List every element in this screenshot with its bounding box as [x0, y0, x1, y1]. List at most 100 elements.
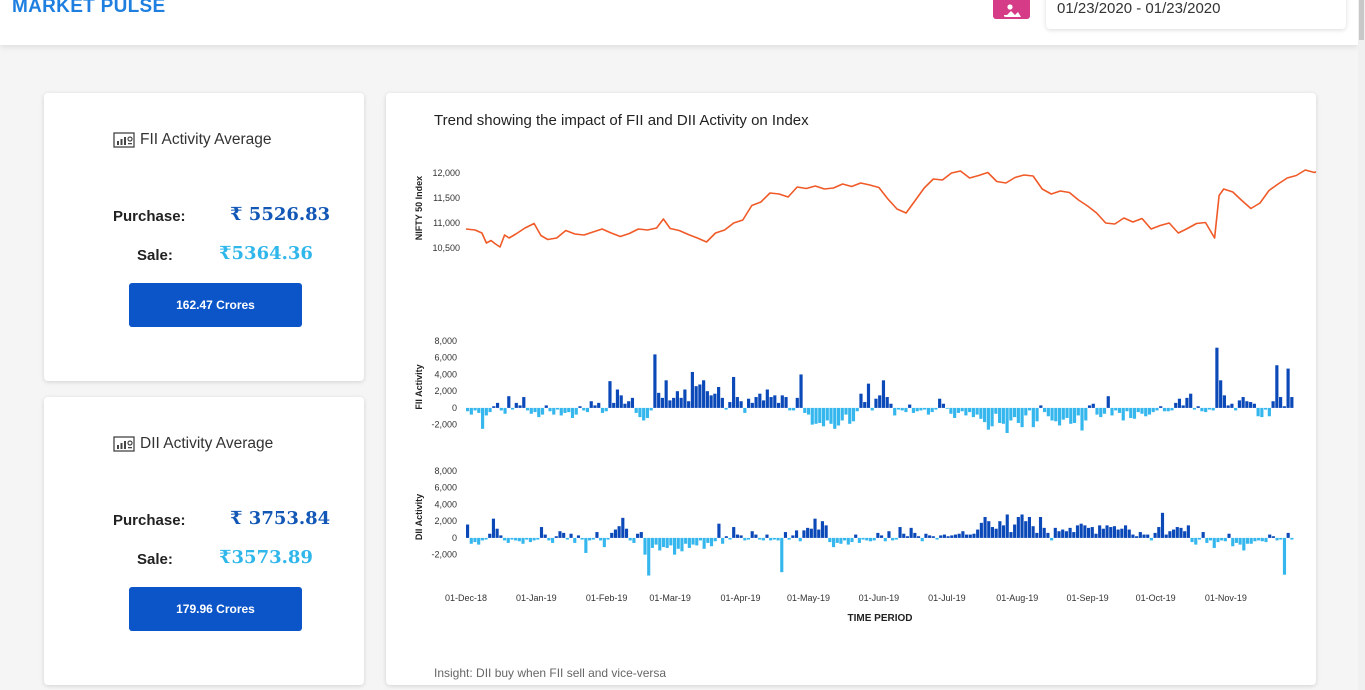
dii-bar	[732, 527, 736, 538]
dii-bar	[909, 527, 913, 538]
dii-bar	[883, 537, 887, 542]
dii-bar	[621, 517, 625, 538]
dii-bar	[1220, 537, 1224, 541]
fii-bar	[1057, 407, 1062, 426]
dii-bar	[802, 530, 806, 538]
dii-bar	[1205, 537, 1209, 543]
dii-net-button[interactable]: 179.96 Crores	[129, 587, 302, 631]
dii-bar	[573, 537, 577, 543]
fii-bar	[1076, 407, 1080, 416]
dii-bar	[1064, 531, 1068, 538]
fii-bar	[555, 407, 560, 410]
trend-charts-svg: 10,500 11,000 11,500 12,000 NIFTY 50 Index -2…	[414, 168, 1316, 624]
fii-bar	[548, 407, 552, 412]
dii-bar	[987, 521, 991, 538]
dii-bar	[491, 518, 496, 538]
dii-bar	[868, 537, 873, 542]
dii-sale-value: ₹3573.89	[219, 547, 313, 568]
fii-bar	[702, 380, 706, 408]
fii-bar	[694, 386, 698, 408]
fii-bar	[477, 407, 481, 413]
fii-bar	[540, 407, 545, 415]
fii-bar	[705, 391, 709, 408]
fii-bar	[949, 407, 953, 414]
dii-bar	[1001, 525, 1006, 538]
fii-bar	[1282, 406, 1286, 408]
dii-bar	[562, 532, 566, 538]
fii-net-button[interactable]: 162.47 Crores	[129, 283, 302, 327]
x-tick-label: 01-Jun-19	[859, 593, 900, 603]
dii-bar	[1238, 537, 1242, 545]
dii-bar	[1109, 527, 1113, 538]
dii-bar	[695, 537, 699, 546]
fii-bar	[488, 407, 492, 413]
date-range-input[interactable]: 01/23/2020 - 01/23/2020	[1046, 0, 1346, 29]
dii-bar	[602, 537, 606, 548]
dii-bar	[680, 537, 684, 552]
nifty-y-tick-label: 10,500	[432, 243, 460, 253]
dii-bar	[1197, 537, 1202, 540]
dii-bar	[1279, 537, 1283, 540]
page-scrollbar[interactable]	[1358, 0, 1365, 690]
fii-y-tick-label: 6,000	[434, 353, 457, 363]
fii-bar	[866, 383, 871, 408]
x-tick-label: 01-Sep-19	[1067, 593, 1109, 603]
fii-bar	[1020, 407, 1024, 428]
dii-bar	[1094, 533, 1098, 538]
dii-bar	[1112, 526, 1117, 538]
dii-bar	[968, 534, 972, 538]
fii-bar	[724, 407, 728, 410]
dii-bar	[809, 528, 813, 538]
dii-bar	[743, 537, 747, 541]
fii-bar	[466, 407, 470, 412]
dii-bar	[1172, 529, 1176, 538]
dii-bar	[495, 528, 499, 538]
fii-bar	[1024, 407, 1028, 416]
fii-bar	[1087, 405, 1092, 408]
dii-bar	[1038, 517, 1043, 538]
scrollbar-thumb[interactable]	[1359, 0, 1364, 40]
dii-bar	[935, 537, 939, 540]
dii-bar	[1079, 523, 1083, 538]
dii-bar	[654, 537, 658, 545]
fii-bar	[672, 397, 676, 408]
fii-bar	[1264, 407, 1268, 410]
dii-bar	[469, 537, 473, 544]
dii-bar	[1035, 532, 1039, 538]
dii-bar	[1005, 514, 1009, 538]
fii-bar	[1222, 395, 1226, 408]
dii-bar	[676, 537, 680, 549]
brand-title[interactable]: MARKET PULSE	[12, 0, 166, 18]
fii-bar	[1046, 407, 1050, 417]
fii-bar	[1196, 406, 1200, 408]
fii-bar	[679, 397, 683, 408]
fii-bar	[1147, 407, 1152, 415]
fii-bar	[791, 407, 796, 411]
fii-bar	[1249, 402, 1253, 408]
dii-bar	[506, 537, 510, 543]
dii-bar	[920, 537, 924, 542]
insight-text: Insight: DII buy when FII sell and vice-…	[434, 666, 667, 680]
dii-bar	[957, 533, 961, 538]
fii-bar	[627, 401, 631, 408]
fii-bar	[1192, 407, 1197, 410]
dii-bar	[983, 517, 987, 538]
fii-bar	[1177, 398, 1182, 408]
dii-bar	[1083, 525, 1087, 538]
dii-bar	[728, 537, 732, 540]
dii-bar	[721, 537, 725, 544]
calendar-button[interactable]	[993, 0, 1030, 19]
fii-bar	[855, 407, 859, 412]
x-tick-label: 01-Dec-18	[445, 593, 487, 603]
dii-bar	[1160, 512, 1165, 538]
dii-bar	[780, 537, 784, 573]
dii-bar	[1098, 525, 1102, 538]
dii-bar	[1090, 527, 1094, 538]
dii-bar	[1223, 537, 1227, 542]
chart-report-icon	[113, 132, 135, 148]
fii-bar	[930, 407, 934, 413]
x-tick-label: 01-May-19	[787, 593, 830, 603]
x-tick-label: 01-Aug-19	[996, 593, 1038, 603]
dii-bar	[1164, 534, 1168, 538]
dii-bar	[532, 537, 536, 541]
